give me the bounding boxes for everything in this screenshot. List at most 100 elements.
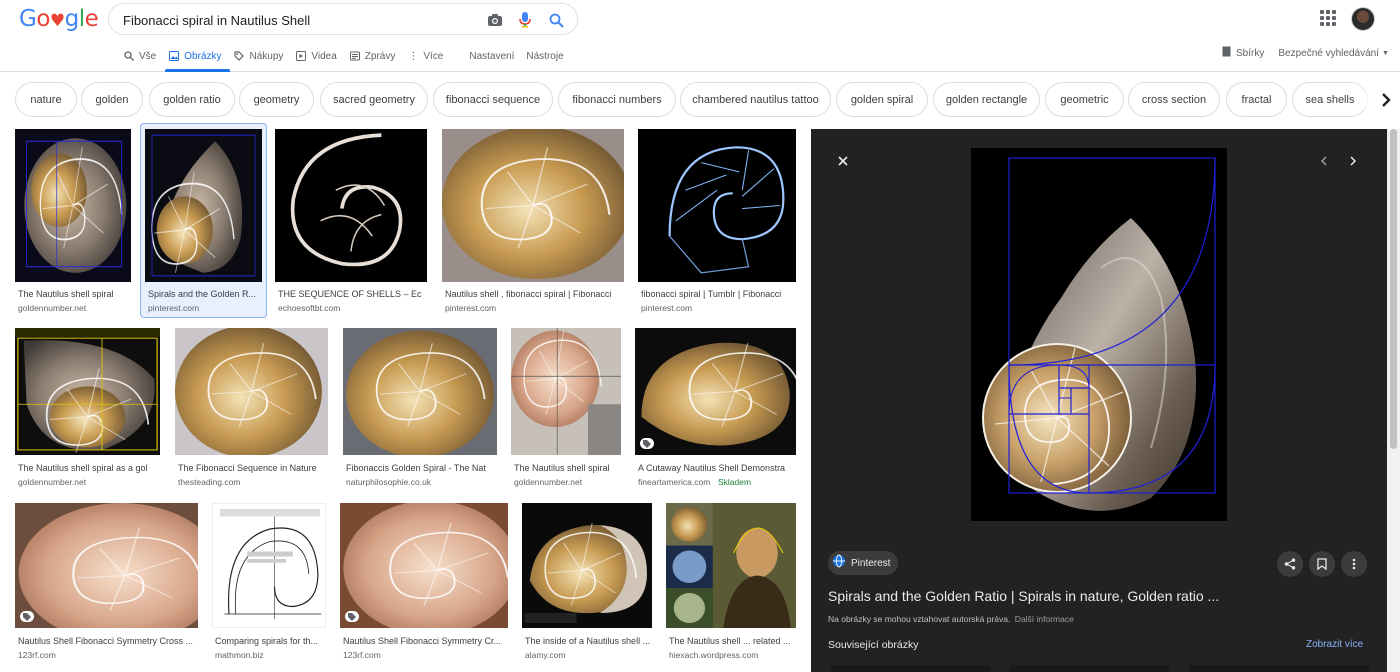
tab-tools[interactable]: Nástroje	[523, 44, 572, 68]
scrollbar[interactable]	[1387, 129, 1400, 672]
result-thumbnail[interactable]	[145, 129, 262, 282]
result-card[interactable]: The Nautilus shell spiral goldennumber.n…	[511, 328, 621, 488]
tab-all[interactable]: Vše	[120, 44, 165, 68]
result-source: fineartamerica.com	[638, 477, 711, 487]
tab-label: Obrázky	[184, 50, 222, 62]
tab-label: Nákupy	[249, 50, 284, 62]
tab-settings[interactable]: Nastavení	[466, 44, 523, 68]
chevron-right-icon	[1382, 93, 1391, 107]
search-tabs: Vše Obrázky Nákupy Videa Zprávy ⋮ Více N…	[120, 44, 573, 72]
chip-golden-ratio[interactable]: golden ratio	[149, 82, 235, 117]
result-thumbnail[interactable]	[635, 328, 796, 455]
result-card[interactable]: A Cutaway Nautilus Shell Demonstra finea…	[635, 328, 796, 488]
result-thumbnail[interactable]	[175, 328, 328, 455]
tab-more[interactable]: ⋮ Více	[404, 44, 452, 68]
related-image[interactable]	[1189, 665, 1369, 672]
result-card-selected[interactable]: Spirals and the Golden R... pinterest.co…	[145, 129, 262, 314]
chip-chambered-nautilus-tattoo[interactable]: chambered nautilus tattoo	[680, 82, 831, 117]
result-card[interactable]: THE SEQUENCE OF SHELLS – Ec echoesoftbt.…	[275, 129, 427, 314]
result-card[interactable]: The Nautilus shell spiral as a gol golde…	[15, 328, 160, 488]
result-source: pinterest.com	[148, 303, 200, 313]
result-card[interactable]: Comparing spirals for th... mathmon.biz	[212, 503, 326, 663]
chips-next-button[interactable]	[1372, 80, 1400, 120]
result-card[interactable]: The inside of a Nautilus shell ... alamy…	[522, 503, 652, 663]
search-input[interactable]	[123, 10, 453, 30]
result-card[interactable]: Nautilus Shell Fibonacci Symmetry Cross …	[15, 503, 198, 663]
chip-fractal[interactable]: fractal	[1226, 82, 1287, 117]
chip-geometric[interactable]: geometric	[1045, 82, 1124, 117]
safesearch-dropdown[interactable]: Bezpečné vyhledávání ▼	[1278, 48, 1389, 59]
close-button[interactable]	[835, 153, 851, 169]
source-site-chip[interactable]: Pinterest	[828, 551, 899, 575]
result-caption: Nautilus shell , fibonacci spiral | Fibo…	[445, 289, 612, 299]
result-caption: The Nautilus shell ... related ...	[669, 636, 791, 646]
more-options-button[interactable]	[1341, 551, 1367, 577]
related-image[interactable]	[831, 665, 991, 672]
microphone-icon[interactable]	[515, 10, 535, 30]
result-caption: The inside of a Nautilus shell ...	[525, 636, 651, 646]
preview-image[interactable]	[971, 148, 1227, 521]
dropdown-arrow-icon: ▼	[1381, 49, 1389, 57]
chip-golden-rectangle[interactable]: golden rectangle	[933, 82, 1040, 117]
chip-sea-shells[interactable]: sea shells	[1292, 82, 1368, 117]
google-doodle-logo[interactable]: Go♥gle	[19, 6, 99, 32]
result-thumbnail[interactable]	[343, 328, 497, 455]
tab-videos[interactable]: Videa	[292, 44, 345, 68]
related-image[interactable]	[1010, 665, 1170, 672]
logo-letter: g	[64, 6, 80, 32]
result-thumbnail[interactable]	[340, 503, 508, 628]
see-more-link[interactable]: Zobrazit více	[1306, 639, 1363, 650]
chip-cross-section[interactable]: cross section	[1128, 82, 1220, 117]
tab-news[interactable]: Zprávy	[346, 44, 405, 68]
tag-icon	[233, 50, 245, 62]
result-card[interactable]: Nautilus shell , fibonacci spiral | Fibo…	[442, 129, 624, 314]
result-card[interactable]: fibonacci spiral | Tumblr | Fibonacci pi…	[638, 129, 796, 314]
result-source: pinterest.com	[641, 303, 693, 313]
next-image-button[interactable]	[1345, 153, 1361, 169]
preview-title[interactable]: Spirals and the Golden Ratio | Spirals i…	[828, 588, 1373, 604]
apps-grid-icon[interactable]	[1320, 10, 1336, 26]
result-card[interactable]: The Nautilus shell spiral goldennumber.n…	[15, 129, 131, 314]
chip-geometry[interactable]: geometry	[239, 82, 314, 117]
scrollbar-thumb[interactable]	[1390, 129, 1397, 449]
result-thumbnail[interactable]	[275, 129, 427, 282]
result-card[interactable]: Nautilus Shell Fibonacci Symmetry Cr... …	[340, 503, 508, 663]
image-icon	[168, 50, 180, 62]
result-source: hiexach.wordpress.com	[669, 650, 759, 660]
result-thumbnail[interactable]	[638, 129, 796, 282]
price-tag-icon	[20, 611, 34, 622]
save-button[interactable]	[1309, 551, 1335, 577]
tab-images[interactable]: Obrázky	[165, 44, 231, 72]
result-thumbnail[interactable]	[511, 328, 621, 455]
result-thumbnail[interactable]	[15, 129, 131, 282]
result-thumbnail[interactable]	[442, 129, 624, 282]
result-card[interactable]: The Fibonacci Sequence in Nature thestea…	[175, 328, 328, 488]
collections-link[interactable]: Sbírky	[1222, 46, 1264, 60]
heart-icon: ♥	[49, 11, 65, 31]
tab-shopping[interactable]: Nákupy	[230, 44, 292, 68]
chip-nature[interactable]: nature	[15, 82, 77, 117]
more-info-link[interactable]: Další informace	[1015, 614, 1074, 624]
share-button[interactable]	[1277, 551, 1303, 577]
result-thumbnail[interactable]	[15, 503, 198, 628]
result-source: naturphilosophie.co.uk	[346, 477, 432, 487]
chip-fibonacci-sequence[interactable]: fibonacci sequence	[433, 82, 553, 117]
camera-icon[interactable]	[485, 10, 505, 30]
result-thumbnail[interactable]	[15, 328, 160, 455]
tab-label: Nástroje	[526, 50, 564, 62]
result-thumbnail[interactable]	[666, 503, 796, 628]
result-caption: Spirals and the Golden R...	[148, 289, 257, 299]
chip-fibonacci-numbers[interactable]: fibonacci numbers	[558, 82, 676, 117]
logo-letter: G	[19, 6, 37, 32]
result-thumbnail[interactable]	[212, 503, 326, 628]
chip-golden-spiral[interactable]: golden spiral	[836, 82, 928, 117]
chip-sacred-geometry[interactable]: sacred geometry	[320, 82, 428, 117]
avatar[interactable]	[1351, 7, 1375, 31]
result-thumbnail[interactable]	[522, 503, 652, 628]
chip-golden[interactable]: golden	[81, 82, 143, 117]
site-name: Pinterest	[851, 557, 891, 569]
prev-image-button[interactable]	[1316, 153, 1332, 169]
result-card[interactable]: Fibonaccis Golden Spiral - The Nat natur…	[343, 328, 497, 488]
search-icon[interactable]	[546, 10, 566, 30]
result-card[interactable]: The Nautilus shell ... related ... hiexa…	[666, 503, 796, 663]
